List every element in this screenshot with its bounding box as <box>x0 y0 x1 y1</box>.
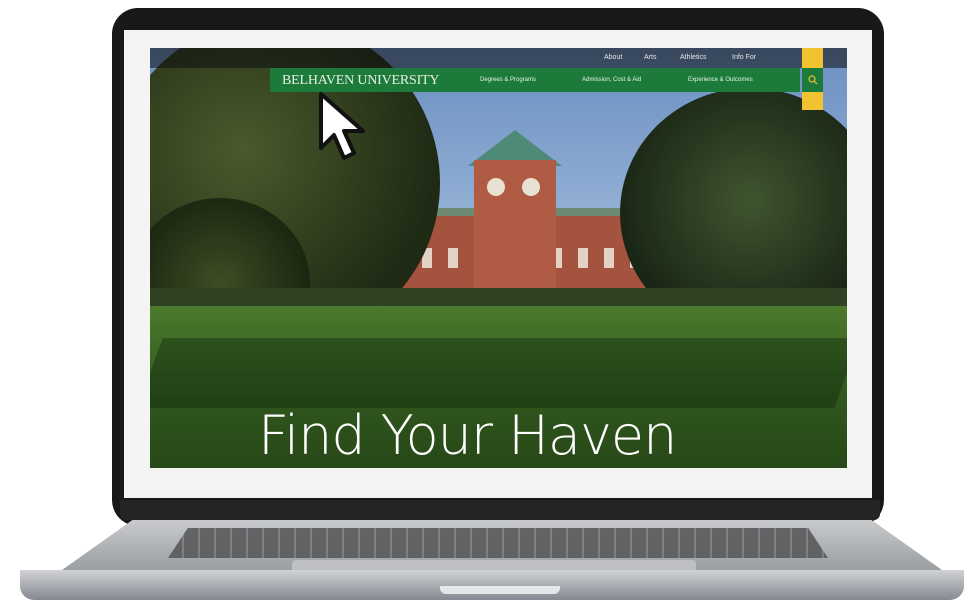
laptop-front-notch <box>440 586 560 594</box>
hero-headline: Find Your Haven <box>258 404 677 467</box>
website-viewport: About Arts Athletics Info For BELHAVEN U… <box>150 48 847 468</box>
utility-nav-bar: About Arts Athletics Info For <box>150 48 847 68</box>
laptop-keyboard <box>168 528 828 558</box>
nav-link-experience[interactable]: Experience & Outcomes <box>688 77 753 83</box>
search-icon <box>807 75 817 85</box>
utility-link-arts[interactable]: Arts <box>644 54 656 61</box>
mouse-pointer-icon <box>319 92 365 160</box>
search-button[interactable] <box>802 68 823 92</box>
clock-face <box>487 178 505 196</box>
clock-face <box>522 178 540 196</box>
utility-link-athletics[interactable]: Athletics <box>680 54 706 61</box>
utility-link-about[interactable]: About <box>604 54 622 61</box>
clock-tower <box>474 160 556 308</box>
laptop-hinge <box>120 500 880 520</box>
utility-link-info-for[interactable]: Info For <box>732 54 756 61</box>
site-logo[interactable]: BELHAVEN UNIVERSITY <box>282 73 440 89</box>
laptop-base-front <box>20 570 964 600</box>
nav-link-degrees[interactable]: Degrees & Programs <box>480 77 536 83</box>
nav-link-admission[interactable]: Admission, Cost & Aid <box>582 77 641 83</box>
main-nav-bar: BELHAVEN UNIVERSITY Degrees & Programs A… <box>270 68 800 92</box>
tree-shadow <box>150 338 847 408</box>
